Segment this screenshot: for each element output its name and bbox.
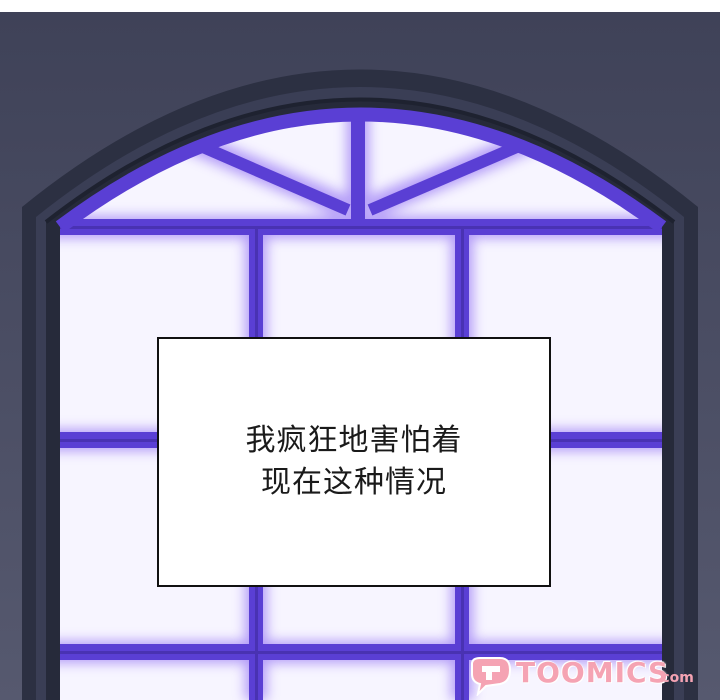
caption-box: 我疯狂地害怕着 现在这种情况 — [157, 337, 551, 587]
caption-line-2: 现在这种情况 — [261, 465, 447, 500]
watermark: TOOMICS .com — [466, 654, 706, 700]
watermark-suffix: .com — [656, 670, 694, 686]
comic-panel: 我疯狂地害怕着 现在这种情况 TOOMICS .com — [0, 12, 720, 700]
caption-line-1: 我疯狂地害怕着 — [245, 423, 463, 458]
watermark-brand: TOOMICS — [516, 656, 670, 689]
toomics-logo-icon — [471, 657, 512, 696]
